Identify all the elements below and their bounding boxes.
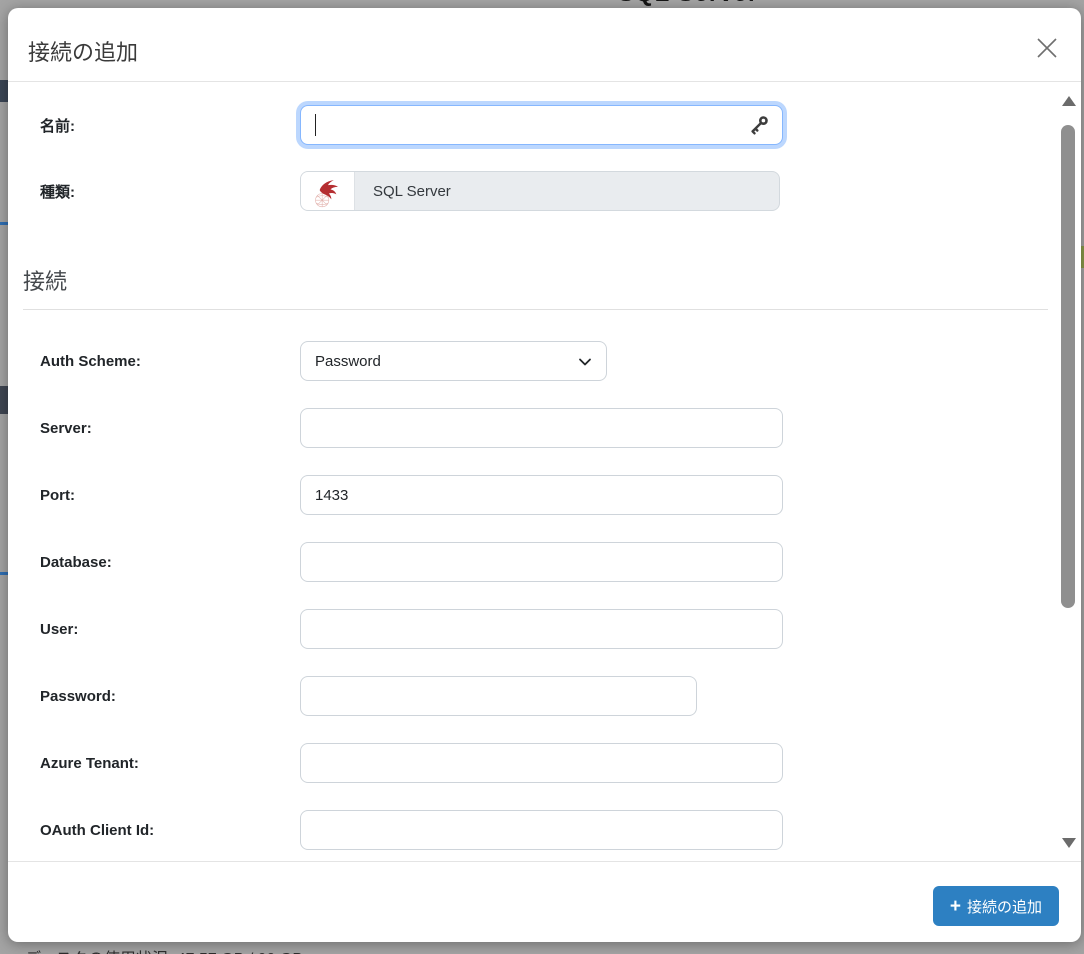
add-connection-dialog: 接続の追加 名前: [8,8,1081,942]
field-row-server: Server: [40,408,1048,448]
field-row-oauth-client-id: OAuth Client Id: [40,810,1048,850]
type-label: 種類: [40,181,300,202]
type-value: SQL Server [355,172,779,210]
name-input-wrap [300,105,783,145]
field-row-type: 種類: SQL Server [40,171,1048,211]
auth-scheme-select[interactable]: Password [300,341,607,381]
dialog-header: 接続の追加 [8,8,1081,82]
backdrop-left-block [0,386,8,414]
field-row-azure-tenant: Azure Tenant: [40,743,1048,783]
dialog-body: 名前: 種類: [8,83,1081,861]
backdrop-disk-usage-text: ディスクの使用状況: 47.57 GB / 99 GB [25,945,303,954]
password-label: Password: [40,688,300,705]
backdrop-left-line [0,572,8,575]
scrollbar-down-button[interactable] [1062,838,1076,848]
field-row-user: User: [40,609,1048,649]
name-input[interactable] [300,105,783,145]
field-row-port: Port: [40,475,1048,515]
key-icon [747,113,771,137]
scrollbar-up-button[interactable] [1062,96,1076,106]
text-caret [315,114,316,136]
type-selector: SQL Server [300,171,780,211]
page-background: SQL Server ディスクの使用状況: 47.57 GB / 99 GB 接… [0,0,1084,954]
type-icon-box [301,172,355,210]
close-icon [1033,34,1061,62]
connection-section-heading: 接続 [23,267,1048,310]
user-label: User: [40,621,300,638]
port-input[interactable] [300,475,783,515]
field-row-password: Password: [40,676,1048,716]
backdrop-left-block [0,80,8,102]
azure-tenant-input[interactable] [300,743,783,783]
user-input[interactable] [300,609,783,649]
scrollbar-thumb[interactable] [1061,125,1075,608]
dialog-title: 接続の追加 [28,39,138,67]
name-label: 名前: [40,115,300,136]
chevron-down-icon [577,354,593,370]
database-input[interactable] [300,542,783,582]
backdrop-left-line [0,222,8,225]
oauth-client-id-input[interactable] [300,810,783,850]
auth-scheme-label: Auth Scheme: [40,353,300,370]
azure-tenant-label: Azure Tenant: [40,755,300,772]
port-label: Port: [40,487,300,504]
close-button[interactable] [1033,34,1061,62]
add-connection-button[interactable]: + 接続の追加 [933,886,1059,926]
vertical-scrollbar[interactable] [1060,83,1077,861]
database-label: Database: [40,554,300,571]
oauth-client-id-label: OAuth Client Id: [40,822,300,839]
add-connection-button-label: 接続の追加 [967,896,1042,917]
dialog-footer: + 接続の追加 [8,861,1081,942]
backdrop-top-text: SQL Server [618,0,758,8]
field-row-auth-scheme: Auth Scheme: Password [40,341,1048,381]
server-input[interactable] [300,408,783,448]
field-row-database: Database: [40,542,1048,582]
field-row-name: 名前: [40,105,1048,145]
server-label: Server: [40,420,300,437]
sql-server-logo-icon [313,172,343,210]
auth-scheme-value: Password [315,353,381,370]
backdrop-top-fragment: SQL Server [0,0,1084,8]
backdrop-bottom-fragment: ディスクの使用状況: 47.57 GB / 99 GB [0,942,1084,954]
password-input[interactable] [300,676,697,716]
plus-icon: + [950,897,961,916]
